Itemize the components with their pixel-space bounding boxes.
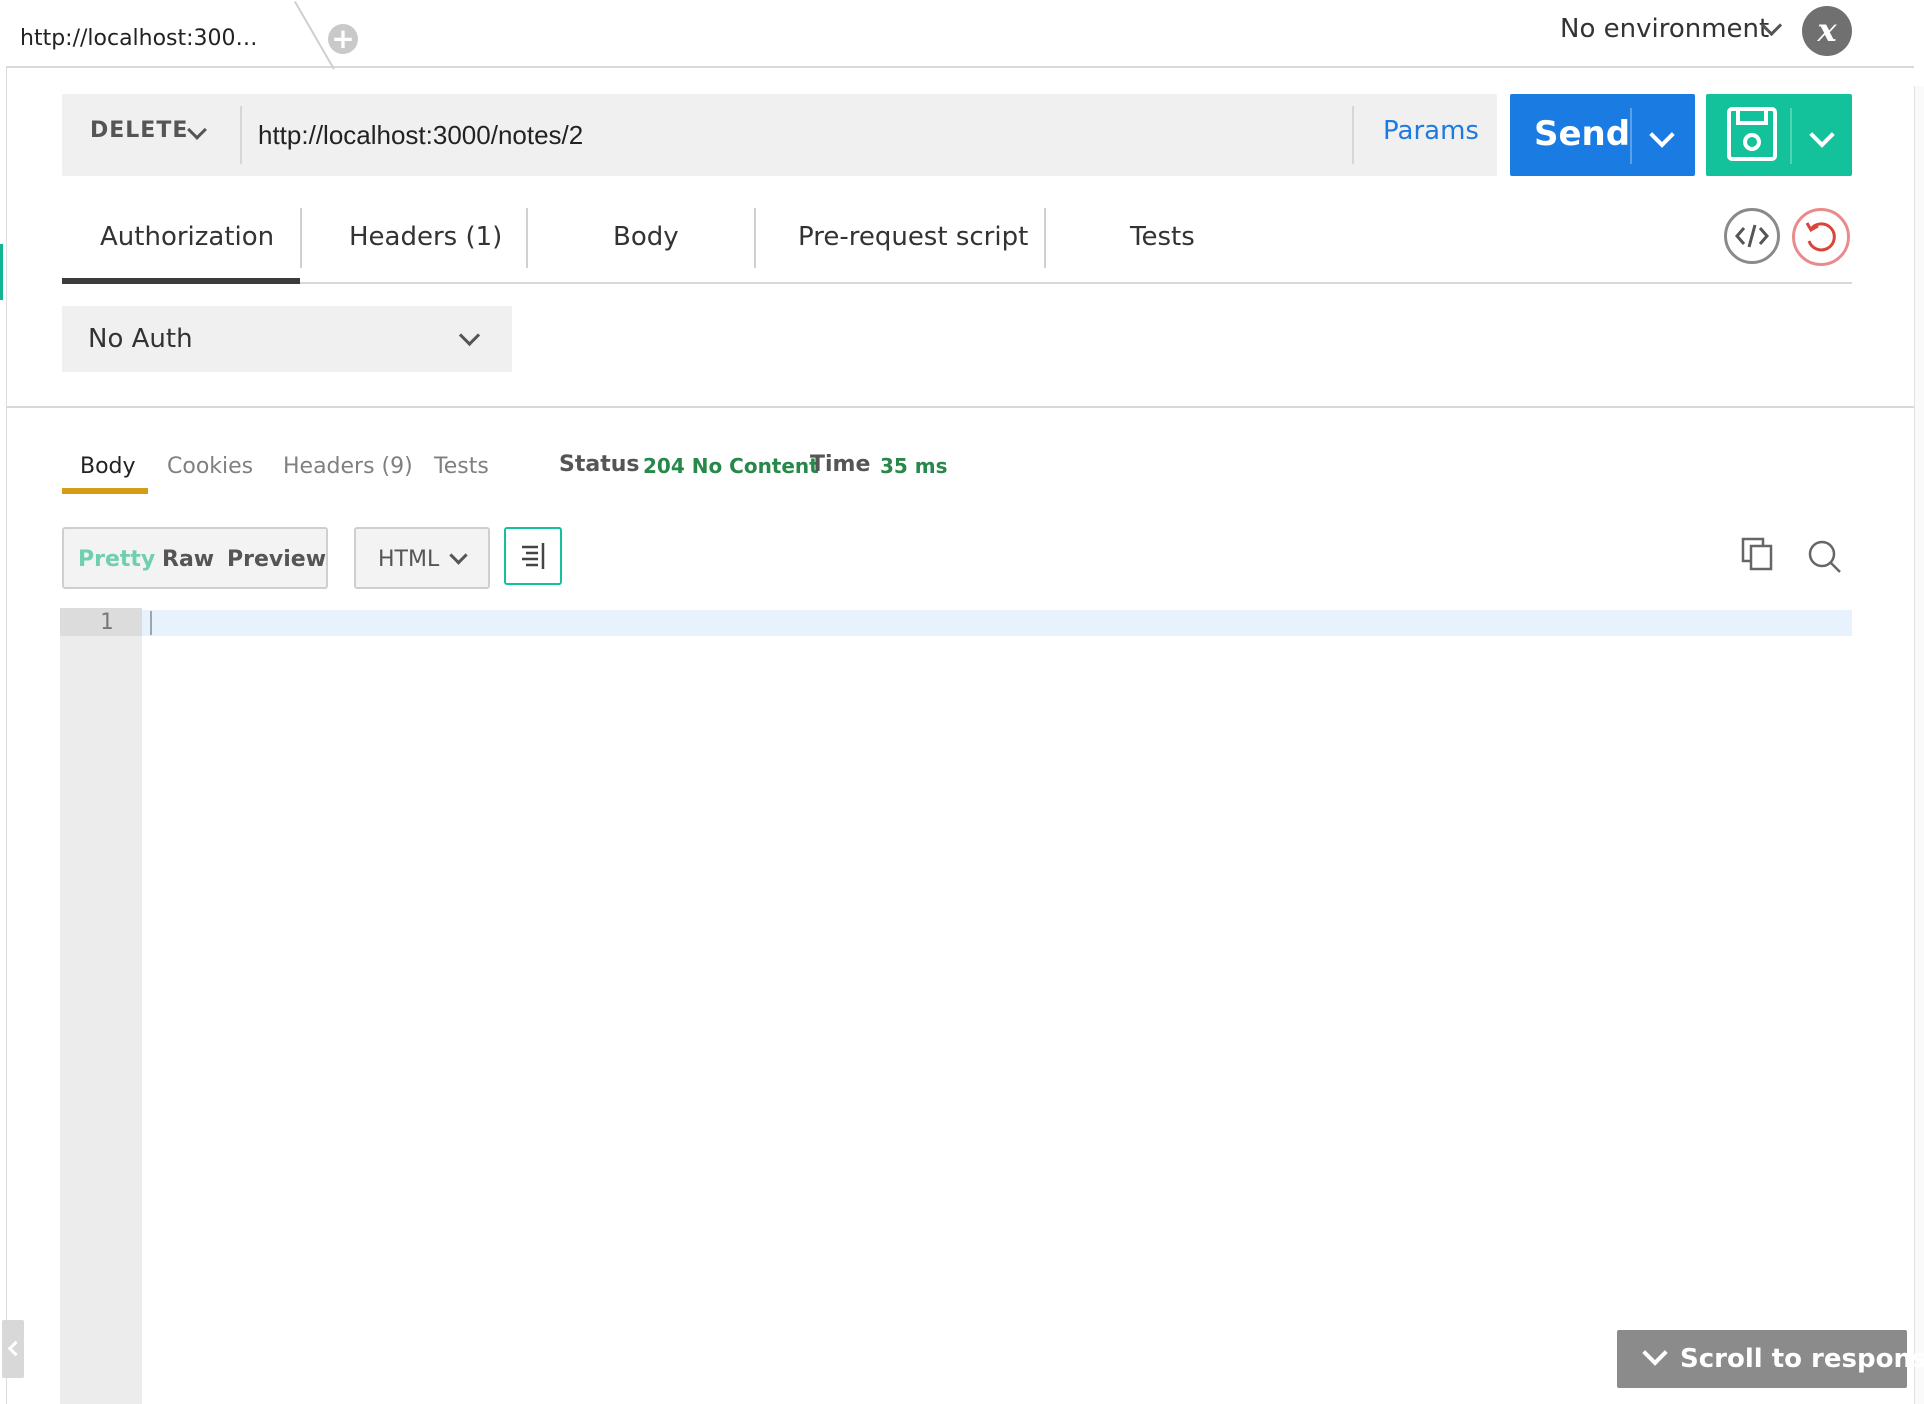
tab-headers[interactable]: Headers (1) (349, 222, 502, 252)
divider (1630, 108, 1632, 164)
left-panel-accent (0, 244, 3, 300)
tab-tests[interactable]: Tests (1130, 222, 1195, 252)
params-button[interactable]: Params (1383, 116, 1479, 146)
url-input[interactable] (258, 108, 1338, 162)
environment-quick-look-icon[interactable]: x (1802, 6, 1852, 56)
response-editor[interactable] (142, 610, 1852, 636)
reset-icon[interactable] (1792, 208, 1850, 266)
response-tab-cookies[interactable]: Cookies (167, 454, 253, 479)
line-number-gutter (60, 608, 142, 1404)
auth-type-label[interactable]: No Auth (88, 324, 193, 354)
floppy-disk-icon[interactable] (1726, 106, 1778, 162)
status-value: 204 No Content (643, 454, 819, 478)
send-button-label[interactable]: Send (1534, 114, 1630, 154)
tab-divider (300, 208, 302, 268)
tab-divider (1044, 208, 1046, 268)
generate-code-icon[interactable] (1724, 208, 1780, 264)
pretty-button[interactable]: Pretty (78, 547, 155, 572)
response-tab-tests[interactable]: Tests (434, 454, 489, 479)
wrap-lines-icon (522, 543, 545, 569)
method-select[interactable]: DELETE (90, 118, 188, 143)
tab-body[interactable]: Body (613, 222, 679, 252)
raw-button[interactable]: Raw (162, 547, 214, 572)
search-icon[interactable] (1806, 538, 1844, 576)
divider (1352, 106, 1354, 164)
divider (1790, 108, 1792, 164)
status-label: Status (559, 452, 640, 477)
divider (240, 106, 242, 164)
text-cursor (150, 611, 152, 635)
new-tab-plus-icon[interactable]: + (328, 24, 358, 54)
tab-divider (526, 208, 528, 268)
response-tab-body[interactable]: Body (80, 454, 136, 479)
scroll-to-response-label[interactable]: Scroll to response (1680, 1344, 1924, 1374)
tab-divider (754, 208, 756, 268)
active-response-tab-indicator (62, 488, 148, 494)
tabs-baseline (62, 282, 1852, 284)
wrap-lines-button[interactable] (504, 527, 562, 585)
active-tab-indicator (62, 278, 300, 284)
request-tab-title[interactable]: http://localhost:300… (20, 26, 258, 51)
copy-icon[interactable] (1740, 536, 1774, 572)
preview-button[interactable]: Preview (227, 547, 326, 572)
vertical-scrollbar[interactable] (1914, 86, 1924, 1404)
left-panel-edge (0, 0, 7, 1404)
section-divider (6, 406, 1914, 408)
line-number: 1 (100, 610, 114, 635)
environment-select[interactable]: No environment (1560, 14, 1769, 44)
response-tab-headers[interactable]: Headers (9) (283, 454, 413, 479)
tab-authorization[interactable]: Authorization (100, 222, 274, 252)
language-select-label[interactable]: HTML (378, 547, 439, 572)
time-label: Time (810, 452, 871, 477)
tab-pre-request-script[interactable]: Pre-request script (798, 222, 1028, 252)
time-value: 35 ms (880, 454, 948, 478)
